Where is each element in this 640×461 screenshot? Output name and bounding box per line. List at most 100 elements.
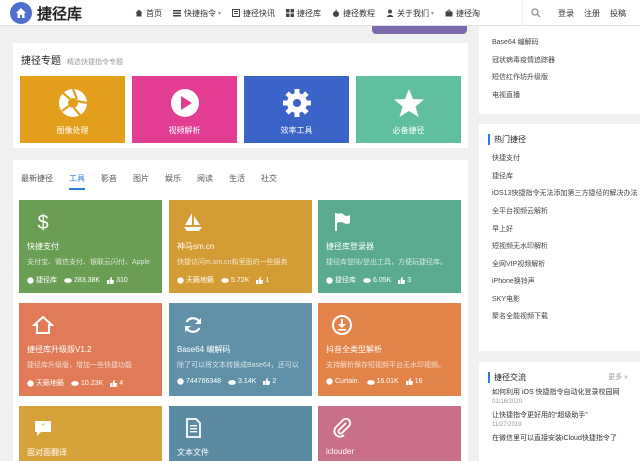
- shortcut-card[interactable]: 捷径库登录器 捷径库登陆/登出工具，方便玩捷径库。 捷径库 6.05K 3: [318, 200, 461, 293]
- tab-tools[interactable]: 工具: [69, 173, 85, 190]
- nav-item-shortcuts[interactable]: 快捷指令 ▾: [173, 8, 221, 19]
- nav-label: 关于我们: [397, 8, 430, 18]
- sidebar-link[interactable]: SKY电影: [492, 291, 640, 309]
- cloud-icon: [363, 278, 371, 283]
- grid-icon: [286, 9, 295, 17]
- flag-icon: [330, 210, 354, 234]
- cloud-icon: [64, 278, 72, 283]
- sidebar-community-title: 捷径交流: [488, 372, 526, 383]
- likes-count: 1: [265, 276, 270, 284]
- user-circle-icon: [177, 378, 184, 385]
- sidebar-hot-shortcuts: 热门捷径 快捷支付 捷径库 iOS13快捷指令无法添加第三方捷径的解决办法 全平…: [479, 124, 640, 351]
- shortcut-card[interactable]: Base64 编解码 除了可以将文本转换成Base64，还可以 74476634…: [169, 303, 312, 396]
- tab-reading[interactable]: 阅读: [197, 173, 213, 190]
- shortcut-card[interactable]: iclouder: [318, 406, 461, 461]
- file-icon: [181, 416, 205, 440]
- sidebar-link[interactable]: 电视直播: [492, 87, 640, 105]
- shortcut-card[interactable]: $ 快捷支付 支付宝、微信支付、银联云闪付、Apple 捷径库 283.38K …: [19, 200, 162, 293]
- community-item[interactable]: 在微信里可以直接安装iCloud快捷指令了: [492, 434, 640, 444]
- gear-icon: [280, 86, 314, 120]
- author: 天籁地籁: [27, 378, 64, 388]
- site-logo[interactable]: 捷径库: [10, 2, 82, 24]
- card-title: 抖音全类型解析: [326, 345, 382, 354]
- topics-panel: 捷径专题 精选快捷指令专题 图像处理 视频解析 效率工具 必备捷径: [13, 43, 468, 148]
- topic-essential[interactable]: 必备捷径: [356, 76, 461, 143]
- views-count: 3.14K: [238, 378, 257, 385]
- thumbs-up-icon: [398, 276, 406, 284]
- community-item-title: 让快捷指令更好用的“超级助手”: [492, 412, 588, 419]
- author: 744766348: [177, 378, 221, 385]
- topic-video-parse[interactable]: 视频解析: [132, 76, 237, 143]
- shortcut-card[interactable]: 文本文件: [169, 406, 312, 461]
- tab-life[interactable]: 生活: [229, 173, 245, 190]
- contribute-link[interactable]: 投稿: [610, 8, 626, 19]
- sidebar-link[interactable]: 捷径库: [492, 168, 640, 186]
- topic-label: 视频解析: [168, 126, 201, 135]
- views-count: 283.38K: [74, 276, 101, 284]
- chevron-down-icon: ▾: [431, 10, 435, 17]
- community-item[interactable]: 如何利用 iOS 快捷指令自动化登录校园网 01/16/2020: [492, 388, 640, 407]
- author: 捷径库: [326, 275, 356, 285]
- nav-item-library[interactable]: 捷径库: [286, 8, 321, 19]
- sidebar-link[interactable]: 短信红作坊升级版: [492, 69, 640, 87]
- nav-item-shop[interactable]: 捷径淘: [445, 8, 480, 19]
- topics-title: 捷径专题: [21, 56, 61, 67]
- nav-label: 捷径快讯: [243, 8, 276, 18]
- shortcuts-panel: 最新捷径 工具 影音 图片 娱乐 阅读 生活 社交 $ 快捷支付 支付宝、微信支…: [13, 160, 468, 461]
- tab-latest[interactable]: 最新捷径: [21, 173, 53, 190]
- sidebar-link[interactable]: iPhone换铃声: [492, 273, 640, 291]
- topic-label: 效率工具: [280, 126, 313, 135]
- shortcut-card[interactable]: 神马sm.cn 快捷访问m.sm.cn和里面的一些服务 天籁地籁 5.72K 1: [169, 200, 312, 293]
- news-icon: [232, 9, 241, 17]
- search-button[interactable]: [522, 0, 548, 26]
- shortcut-card[interactable]: 捷径库升级版V1.2 捷径库升级版，增加一些快捷功能 天籁地籁 10.23K 4: [19, 303, 162, 396]
- views-count: 5.72K: [231, 276, 250, 284]
- tab-entertainment[interactable]: 娱乐: [165, 173, 181, 190]
- sidebar-link[interactable]: 聚名全能视频下载: [492, 308, 640, 326]
- tab-media[interactable]: 影音: [101, 173, 117, 190]
- svg-text:": ": [41, 422, 44, 432]
- tab-social[interactable]: 社交: [261, 173, 277, 190]
- nav-item-news[interactable]: 捷径快讯: [232, 8, 275, 19]
- views: 3.14K: [228, 378, 256, 385]
- topic-efficiency-tools[interactable]: 效率工具: [244, 76, 349, 143]
- nav-item-about[interactable]: 关于我们 ▾: [386, 8, 434, 19]
- community-item-date: 01/16/2020: [492, 399, 523, 405]
- topic-image-processing[interactable]: 图像处理: [20, 76, 125, 143]
- more-link[interactable]: 更多 »: [608, 372, 628, 382]
- boat-icon: [181, 210, 205, 234]
- sidebar-latest: Base64 编解码 冠状病毒疫情追踪器 短信红作坊升级版 电视直播: [479, 26, 640, 114]
- auth-links: 登录 注册 投稿: [558, 0, 636, 26]
- views: 16.01K: [366, 378, 399, 385]
- card-title: 捷径库升级版V1.2: [27, 345, 92, 354]
- community-item[interactable]: 让快捷指令更好用的“超级助手” 11/27/2019: [492, 411, 640, 430]
- promo-banner-edge[interactable]: [372, 26, 467, 34]
- topic-label: 必备捷径: [392, 126, 425, 135]
- shortcut-card[interactable]: 抖音全类型解析 支持解析保存短视频平台无水印视频。 Curtain. 16.01…: [318, 303, 461, 396]
- svg-text:$: $: [37, 212, 48, 233]
- shortcut-card[interactable]: " 面对面翻译: [19, 406, 162, 461]
- tab-images[interactable]: 图片: [133, 173, 149, 190]
- login-link[interactable]: 登录: [558, 8, 574, 19]
- card-title: 快捷支付: [27, 242, 59, 251]
- sidebar-community-list: 如何利用 iOS 快捷指令自动化登录校园网 01/16/2020 让快捷指令更好…: [492, 388, 640, 448]
- register-link[interactable]: 注册: [584, 8, 600, 19]
- nav-label: 捷径库: [297, 8, 322, 18]
- refresh-icon: [181, 313, 205, 337]
- nav-label: 快捷指令: [184, 8, 216, 18]
- thumbs-up-icon: [256, 276, 264, 284]
- sidebar-link[interactable]: 冠状病毒疫情追踪器: [492, 52, 640, 70]
- home-icon: [135, 9, 143, 17]
- sidebar-link[interactable]: 全网VIP视频解析: [492, 256, 640, 274]
- sidebar-link[interactable]: 短视频无水印解析: [492, 238, 640, 256]
- card-meta: 捷径库 283.38K 310: [27, 275, 157, 285]
- author-name: 天籁地籁: [186, 277, 214, 284]
- sidebar-link[interactable]: Base64 编解码: [492, 34, 640, 52]
- nav-item-home[interactable]: 首页: [135, 8, 162, 19]
- sidebar-link[interactable]: iOS13快捷指令无法添加第三方捷径的解决办法: [492, 185, 640, 203]
- nav-item-tutorials[interactable]: 捷径教程: [332, 8, 375, 19]
- sidebar-link[interactable]: 全平台视频云解析: [492, 203, 640, 221]
- sidebar-link[interactable]: 快捷支付: [492, 150, 640, 168]
- sidebar-link[interactable]: 早上好: [492, 221, 640, 239]
- card-desc: 快捷访问m.sm.cn和里面的一些服务: [177, 259, 288, 266]
